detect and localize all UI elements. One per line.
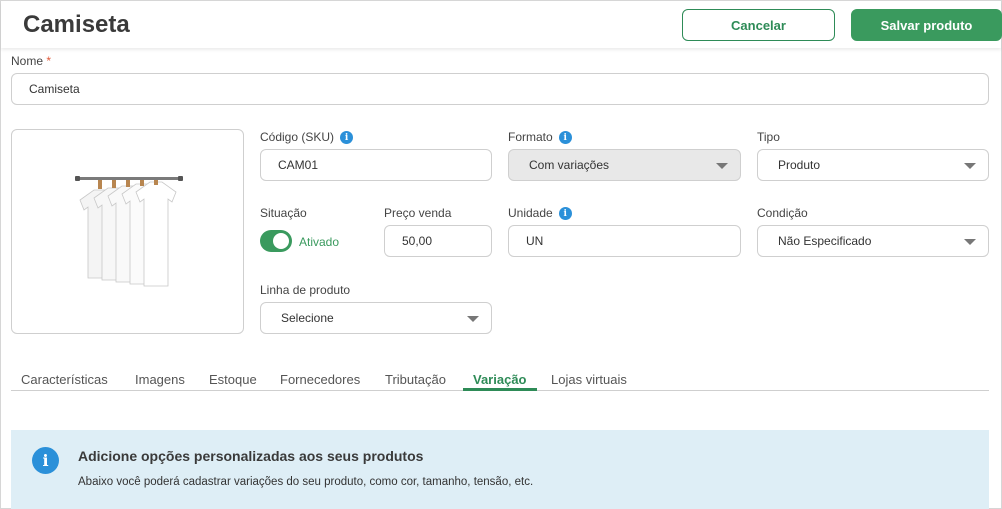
preco-input[interactable]: 50,00 [384, 225, 492, 257]
nome-input[interactable]: Camiseta [11, 73, 989, 105]
formato-label: Formato i [508, 130, 572, 145]
page-header: Camiseta Cancelar Salvar produto [1, 1, 1002, 48]
preco-label: Preço venda [384, 206, 452, 220]
chevron-down-icon [964, 163, 976, 169]
tab-imagens[interactable]: Imagens [135, 372, 185, 387]
codigo-label: Código (SKU) i [260, 130, 354, 145]
chevron-down-icon [467, 316, 479, 322]
situacao-status: Ativado [299, 235, 340, 249]
unidade-label: Unidade i [508, 206, 572, 221]
tipo-select[interactable]: Produto [757, 149, 989, 181]
info-icon[interactable]: i [558, 131, 572, 145]
info-icon: i [32, 447, 59, 474]
linha-label: Linha de produto [260, 283, 351, 297]
condicao-select[interactable]: Não Especificado [757, 225, 989, 257]
info-icon[interactable]: i [340, 131, 354, 145]
page-title: Camiseta [23, 11, 130, 38]
active-tab-indicator [463, 388, 537, 391]
info-icon[interactable]: i [558, 207, 572, 221]
chevron-down-icon [964, 239, 976, 245]
nome-label: Nome * [11, 54, 52, 68]
tab-caracteristicas[interactable]: Características [21, 372, 108, 387]
toggle-knob [273, 233, 289, 249]
save-product-button[interactable]: Salvar produto [851, 9, 1002, 41]
codigo-input[interactable]: CAM01 [260, 149, 492, 181]
tab-variacao[interactable]: Variação [473, 372, 527, 387]
cancel-button[interactable]: Cancelar [682, 9, 835, 41]
product-image-box[interactable] [11, 129, 244, 334]
formato-select: Com variações [508, 149, 741, 181]
tipo-label: Tipo [757, 130, 780, 144]
shirts-on-rack-image [75, 176, 183, 287]
banner-title: Adicione opções personalizadas aos seus … [78, 448, 424, 464]
required-mark: * [46, 54, 52, 68]
condicao-label: Condição [757, 206, 808, 220]
tab-bar: Características Imagens Estoque Forneced… [11, 367, 989, 391]
unidade-input[interactable]: UN [508, 225, 741, 257]
situacao-label: Situação [260, 206, 307, 220]
tab-fornecedores[interactable]: Fornecedores [280, 372, 360, 387]
banner-text: Abaixo você poderá cadastrar variações d… [78, 476, 534, 488]
chevron-down-icon [716, 163, 728, 169]
tab-estoque[interactable]: Estoque [209, 372, 257, 387]
info-banner: i Adicione opções personalizadas aos seu… [11, 430, 989, 509]
tab-tributacao[interactable]: Tributação [385, 372, 446, 387]
situacao-toggle[interactable] [260, 230, 292, 252]
tab-lojas-virtuais[interactable]: Lojas virtuais [551, 372, 627, 387]
linha-select[interactable]: Selecione [260, 302, 492, 334]
